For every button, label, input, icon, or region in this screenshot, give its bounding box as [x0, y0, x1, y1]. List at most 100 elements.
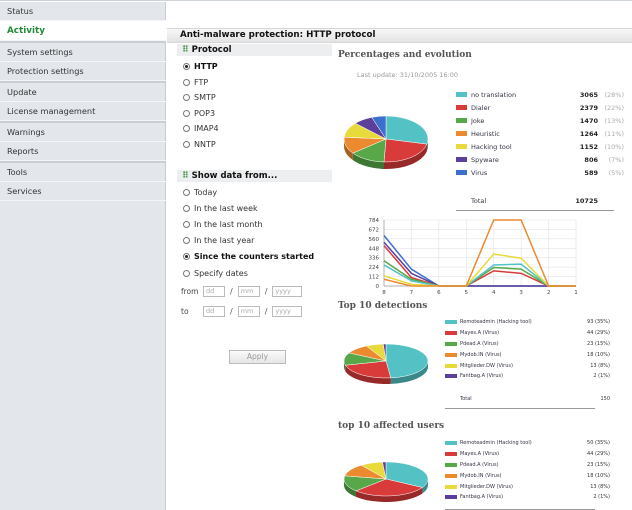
- legend-row-dialer: Dialer 2379 (22%): [456, 101, 624, 114]
- sidebar-item-license-management[interactable]: License management: [0, 102, 166, 121]
- radio-button-icon[interactable]: [183, 269, 190, 277]
- legend-value: 44 (29%): [587, 451, 610, 458]
- y-tick-label: 336: [369, 256, 380, 262]
- page-header: Anti-malware protection: HTTP protocol: [167, 28, 632, 43]
- legend-label: Mayes.A (Virus): [460, 451, 500, 458]
- radio-button-icon[interactable]: [183, 237, 190, 245]
- period-option-since-the-counters-started[interactable]: Since the counters started: [177, 249, 332, 265]
- period-option-specify-dates[interactable]: Specify dates: [177, 265, 332, 281]
- legend-row: Remoteadmin (Hacking tool) 93 (35%): [445, 317, 610, 328]
- from-month-input[interactable]: mm: [237, 286, 260, 298]
- from-label: from: [181, 287, 199, 297]
- period-option-in-the-last-year[interactable]: In the last year: [177, 233, 332, 249]
- period-radio-group: Today In the last week In the last month In…: [177, 182, 332, 281]
- protocol-option-ftp[interactable]: FTP: [177, 75, 332, 91]
- to-day-input[interactable]: dd: [203, 306, 225, 318]
- legend-percent: (7%): [608, 155, 624, 164]
- legend-swatch: [445, 331, 457, 336]
- protocol-option-nntp[interactable]: NNTP: [177, 137, 332, 153]
- legend-value: 2 (1%): [593, 494, 610, 501]
- y-tick-label: 0: [376, 284, 380, 290]
- legend-percent: (10%): [604, 142, 624, 151]
- to-month-input[interactable]: mm: [237, 306, 260, 318]
- top-detections-pie-chart: [343, 343, 429, 384]
- y-tick-label: 784: [369, 218, 380, 224]
- radio-button-icon[interactable]: [183, 63, 190, 71]
- radio-button-icon[interactable]: [183, 94, 190, 102]
- sidebar: Status Activity System settings Protection …: [0, 2, 166, 510]
- protocol-option-http[interactable]: HTTP: [177, 59, 332, 75]
- sidebar-item-status[interactable]: Status: [0, 2, 166, 21]
- from-day-input[interactable]: dd: [203, 286, 225, 298]
- app-window: Status Activity System settings Protection …: [0, 0, 632, 510]
- period-option-label: In the last week: [194, 203, 258, 213]
- from-date-row: from dd / mm / yyyy: [177, 283, 332, 300]
- legend-swatch: [445, 495, 457, 500]
- percentages-title: Percentages and evolution: [338, 50, 472, 60]
- legend-label: Mydob.IN (Virus): [460, 351, 502, 358]
- legend-row: Mitglieder.DW (Virus) 13 (8%): [445, 360, 610, 371]
- legend-swatch: [445, 452, 457, 457]
- sidebar-item-services[interactable]: Services: [0, 182, 166, 201]
- legend-swatch: [445, 320, 457, 325]
- legend-label: Dialer: [471, 103, 491, 112]
- apply-button[interactable]: Apply: [229, 350, 286, 364]
- radio-button-icon[interactable]: [183, 109, 190, 117]
- legend-row: Mitglieder.DW (Virus) 13 (8%): [445, 481, 610, 492]
- top-detections-total-row: Total 150: [445, 394, 610, 405]
- sidebar-item-system-settings[interactable]: System settings: [0, 43, 166, 62]
- sidebar-item-activity[interactable]: Activity: [0, 21, 166, 41]
- legend-label: Virus: [471, 168, 488, 177]
- from-year-input[interactable]: yyyy: [272, 286, 303, 298]
- protocol-option-imap4[interactable]: IMAP4: [177, 121, 332, 137]
- sidebar-item-reports[interactable]: Reports: [0, 142, 166, 161]
- x-tick-label: 1: [574, 290, 578, 296]
- legend-label: Fantbag.A (Virus): [460, 494, 504, 501]
- show-data-heading: ⠿ Show data from...: [177, 170, 332, 182]
- sidebar-item-update[interactable]: Update: [0, 83, 166, 102]
- radio-button-icon[interactable]: [183, 125, 190, 133]
- legend-label: Mayes.A (Virus): [460, 330, 500, 337]
- legend-value: 18 (10%): [587, 472, 610, 479]
- sidebar-item-tools[interactable]: Tools: [0, 163, 166, 182]
- y-tick-label: 672: [369, 227, 380, 233]
- to-date-row: to dd / mm / yyyy: [177, 303, 332, 320]
- radio-button-icon[interactable]: [183, 78, 190, 86]
- legend-label: Joke: [471, 116, 485, 125]
- radio-button-icon[interactable]: [183, 204, 190, 212]
- protocol-option-label: FTP: [194, 77, 209, 87]
- legend-row: Fantbag.A (Virus) 2 (1%): [445, 492, 610, 503]
- sidebar-item-warnings[interactable]: Warnings: [0, 123, 166, 142]
- period-option-in-the-last-week[interactable]: In the last week: [177, 200, 332, 216]
- x-tick-label: 5: [465, 290, 469, 296]
- period-option-today[interactable]: Today: [177, 184, 332, 200]
- radio-button-icon[interactable]: [183, 140, 190, 148]
- radio-button-icon[interactable]: [183, 188, 190, 196]
- protocol-heading: ⠿ Protocol: [177, 44, 332, 56]
- legend-label: Heuristic: [471, 129, 500, 138]
- y-tick-label: 560: [369, 237, 380, 243]
- main-panel: Anti-malware protection: HTTP protocol ⠿…: [167, 2, 632, 510]
- radio-button-icon[interactable]: [183, 220, 190, 228]
- protocol-option-pop3[interactable]: POP3: [177, 106, 332, 122]
- protocol-option-label: NNTP: [194, 139, 216, 149]
- radio-button-icon[interactable]: [183, 253, 190, 261]
- section-bullet-icon: ⠿: [182, 171, 189, 181]
- protocol-option-smtp[interactable]: SMTP: [177, 90, 332, 106]
- to-year-input[interactable]: yyyy: [272, 306, 303, 318]
- legend-label: Fantbag.A (Virus): [460, 373, 504, 380]
- legend-row-virus: Virus 589 (5%): [456, 166, 624, 179]
- legend-row: Remoteadmin (Hacking tool) 50 (35%): [445, 438, 610, 449]
- period-option-in-the-last-month[interactable]: In the last month: [177, 216, 332, 232]
- legend-value: 1152: [579, 142, 598, 151]
- percentages-legend: no translation 3065 (28%) Dialer 2379 (22%) Jo…: [456, 88, 624, 179]
- legend-swatch: [445, 352, 457, 357]
- legend-label: Hacking tool: [471, 142, 512, 151]
- top-detections-legend: Remoteadmin (Hacking tool) 93 (35%) Mayes.…: [445, 317, 610, 382]
- protocol-option-label: HTTP: [194, 62, 218, 72]
- date-separator: /: [230, 287, 233, 297]
- legend-value: 18 (10%): [587, 351, 610, 358]
- x-tick-label: 3: [519, 290, 523, 296]
- sidebar-item-protection-settings[interactable]: Protection settings: [0, 62, 166, 81]
- legend-label: Mitglieder.DW (Virus): [460, 362, 513, 369]
